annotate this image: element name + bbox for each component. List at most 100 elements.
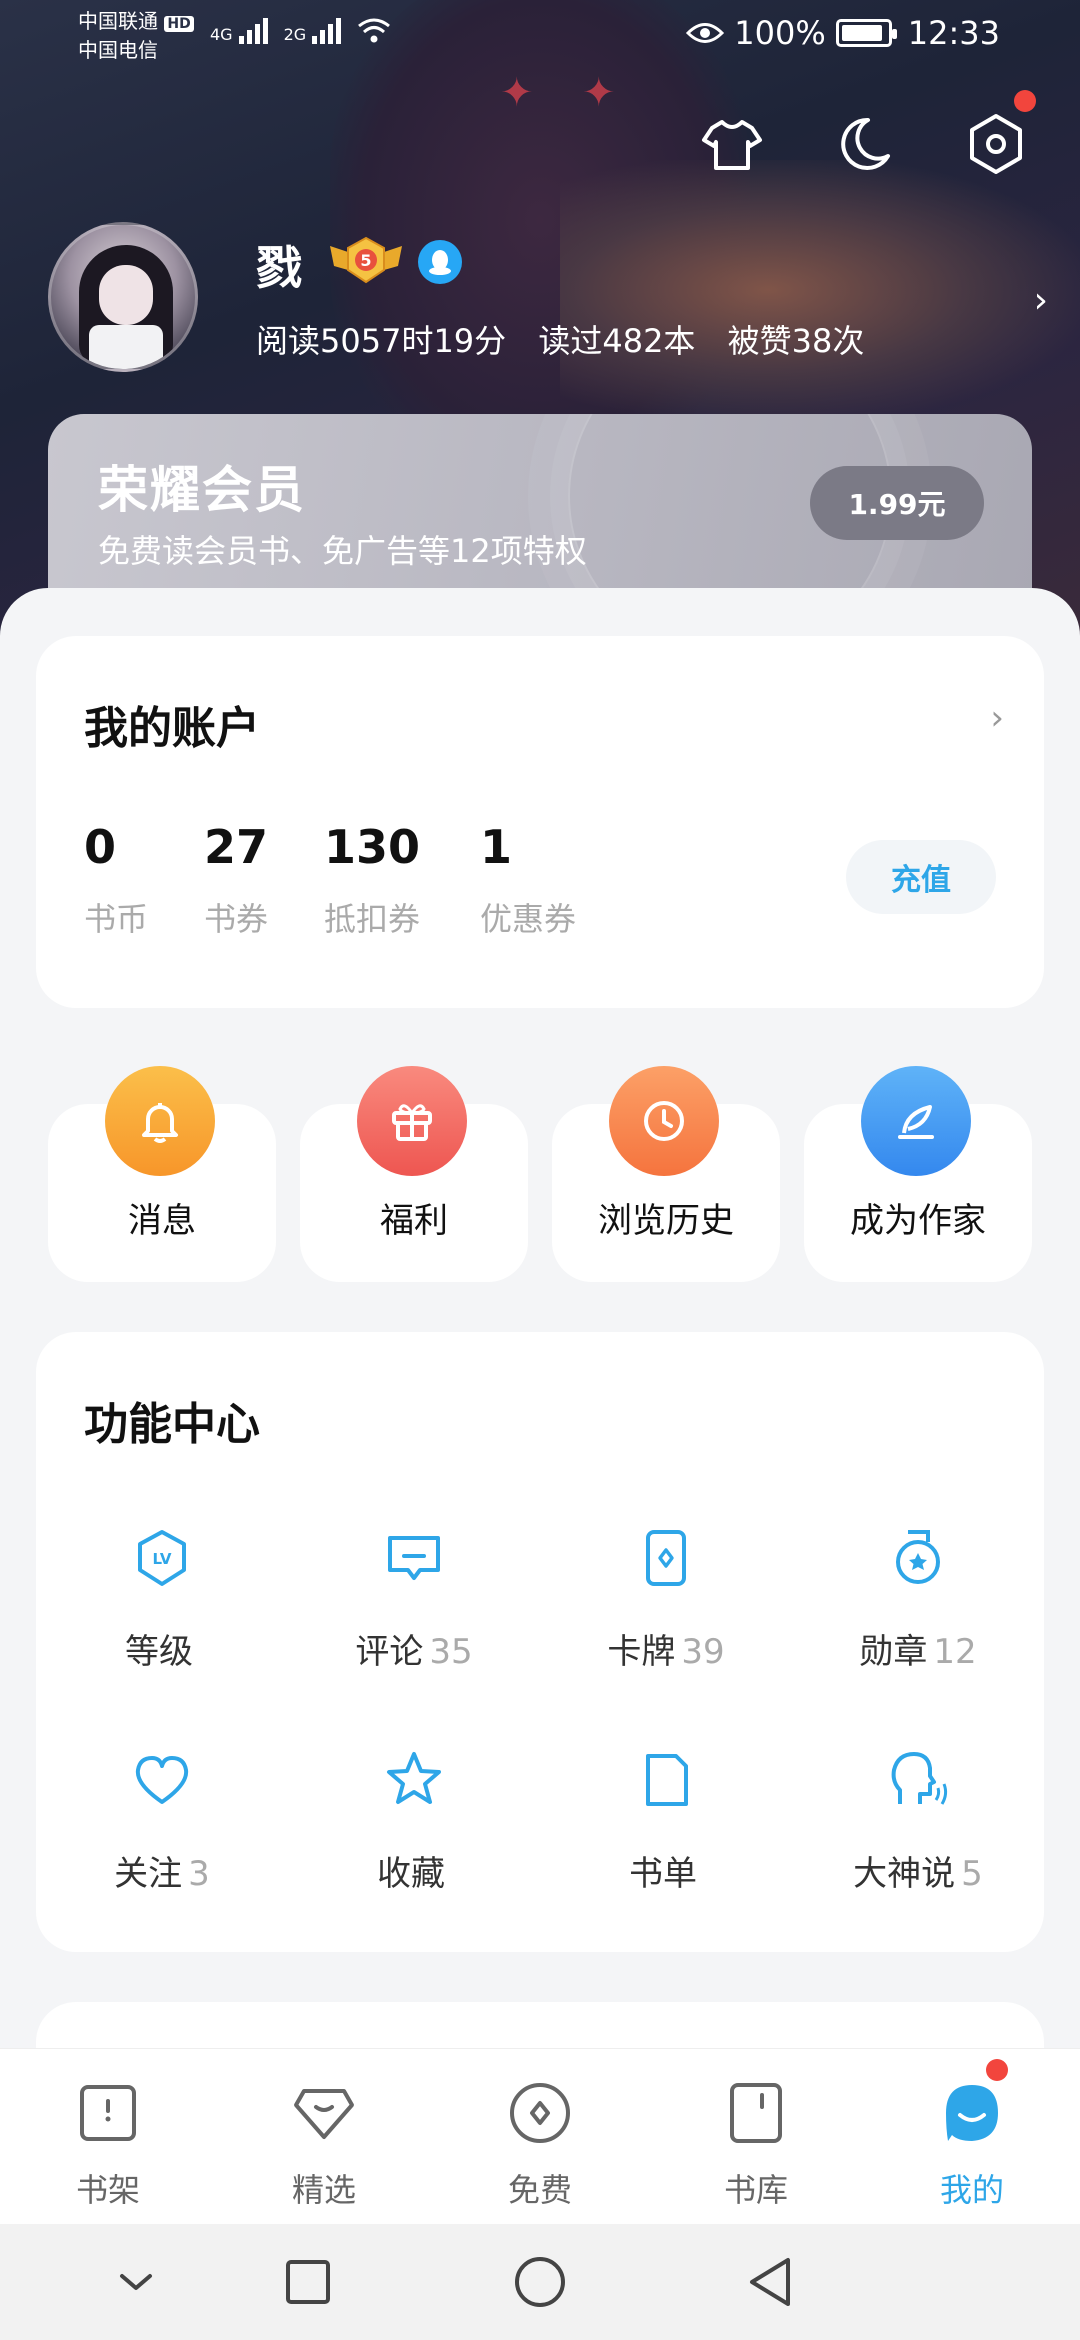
nav-mine-label: 我的 — [939, 2171, 1004, 2209]
feature-level-label: 等级 — [125, 1632, 193, 1672]
settings-hex-icon[interactable] — [964, 112, 1028, 176]
profile-chevron-icon[interactable]: › — [1034, 280, 1048, 321]
nav-free-label: 免费 — [507, 2171, 572, 2209]
vip-title: 荣耀会员 — [98, 461, 306, 519]
nav-library[interactable]: 书库 — [648, 2079, 864, 2211]
likes-count: 被赞38次 — [727, 322, 865, 360]
tile-welfare-label: 福利 — [380, 1201, 448, 1241]
nav-bookshelf-label: 书架 — [75, 2171, 140, 2209]
recharge-button[interactable]: 充值 — [846, 840, 996, 914]
chevron-down-icon[interactable] — [104, 2250, 168, 2314]
avatar[interactable] — [48, 222, 198, 372]
carrier-labels: 中国联通 HD 中国电信 — [78, 8, 194, 63]
speaking-head-icon — [891, 1752, 948, 1805]
network-signal: 4G 2G — [210, 16, 391, 44]
quill-icon — [861, 1066, 971, 1176]
user-name[interactable]: 戮 — [256, 232, 302, 298]
feature-level[interactable]: LV 等级 — [36, 1526, 288, 1673]
vip-subtitle: 免费读会员书、免广告等12项特权 — [98, 532, 587, 570]
nav-mine-notification-dot — [986, 2059, 1008, 2081]
feature-center-card: 功能中心 LV 等级 评论 35 卡牌 39 勋章 12 关注 3 收藏 书单 大神说 5 — [36, 1332, 1044, 1952]
feature-favorites-label: 收藏 — [377, 1854, 445, 1894]
battery-icon — [835, 19, 897, 47]
account-item-vouchers[interactable]: 27 书券 — [204, 820, 268, 940]
card-icon — [646, 1530, 686, 1586]
tile-messages[interactable]: 消息 — [48, 1066, 276, 1282]
feature-follow[interactable]: 关注 3 — [36, 1748, 288, 1895]
medal-icon — [896, 1530, 940, 1584]
home-circle-icon[interactable] — [508, 2250, 572, 2314]
deduction-label: 抵扣券 — [324, 900, 421, 938]
coins-label: 书币 — [84, 900, 149, 938]
system-navigation-bar — [0, 2224, 1080, 2340]
deduction-value: 130 — [324, 820, 421, 874]
account-card[interactable]: 我的账户 › 0 书币 27 书券 130 抵扣券 1 优惠券 充值 — [36, 636, 1044, 1008]
decor-star-icon: ✦ — [582, 70, 616, 116]
books-read: 读过482本 — [538, 322, 696, 360]
moon-icon[interactable] — [832, 112, 896, 176]
feature-medals[interactable]: 勋章 12 — [792, 1526, 1044, 1673]
vip-membership-card[interactable]: 荣耀会员 免费读会员书、免广告等12项特权 1.99元 — [48, 414, 1032, 614]
feature-cards-count: 39 — [681, 1632, 725, 1672]
tile-welfare[interactable]: 福利 — [300, 1066, 528, 1282]
eye-comfort-icon — [686, 23, 725, 43]
tile-become-writer[interactable]: 成为作家 — [804, 1066, 1032, 1282]
vouchers-value: 27 — [204, 820, 269, 874]
star-icon — [387, 1752, 441, 1804]
account-item-coupons[interactable]: 1 优惠券 — [480, 820, 576, 940]
tile-history[interactable]: 浏览历史 — [552, 1066, 780, 1282]
level-number: 5 — [360, 251, 371, 270]
bookshelf-icon — [80, 2085, 136, 2141]
library-icon — [730, 2083, 782, 2143]
vouchers-label: 书券 — [204, 900, 269, 938]
battery-percent: 100% — [734, 14, 826, 52]
feature-comments[interactable]: 评论 35 — [288, 1526, 540, 1673]
clock: 12:33 — [907, 14, 1000, 52]
feature-master-says[interactable]: 大神说 5 — [792, 1748, 1044, 1895]
feature-medals-label: 勋章 — [859, 1632, 928, 1672]
decor-star-icon: ✦ — [500, 70, 534, 116]
feature-cards[interactable]: 卡牌 39 — [540, 1526, 792, 1673]
back-triangle-icon[interactable] — [740, 2250, 804, 2314]
nav-featured[interactable]: 精选 — [216, 2079, 432, 2211]
doc-icon — [646, 1754, 688, 1806]
status-right: 100% 12:33 — [686, 14, 1000, 52]
tshirt-icon[interactable] — [700, 112, 764, 176]
carrier-1: 中国联通 — [78, 9, 158, 33]
feature-medals-count: 12 — [933, 1632, 977, 1672]
feature-booklist[interactable]: 书单 — [540, 1748, 792, 1895]
nav-mine[interactable]: 我的 — [864, 2079, 1080, 2211]
coupons-value: 1 — [480, 820, 513, 874]
wifi-icon — [358, 18, 391, 43]
status-bar: 中国联通 HD 中国电信 4G 2G 100% 12:33 — [0, 0, 1080, 72]
qq-icon — [418, 240, 462, 284]
reading-time: 阅读5057时19分 — [256, 322, 507, 360]
hd-badge: HD — [164, 16, 194, 32]
header-artwork-characters — [560, 160, 1080, 420]
clock-icon — [609, 1066, 719, 1176]
feature-comments-label: 评论 — [355, 1632, 424, 1672]
account-item-coins[interactable]: 0 书币 — [84, 820, 148, 940]
feature-booklist-label: 书单 — [629, 1854, 697, 1894]
svg-text:LV: LV — [152, 1550, 171, 1568]
chevron-right-icon[interactable]: › — [990, 698, 1004, 738]
signal-bars-icon — [312, 16, 342, 44]
vip-price-button[interactable]: 1.99元 — [810, 466, 984, 540]
feature-follow-label: 关注 — [114, 1854, 183, 1894]
feature-favorites[interactable]: 收藏 — [288, 1748, 540, 1895]
tile-history-label: 浏览历史 — [598, 1201, 734, 1241]
tile-become-writer-label: 成为作家 — [850, 1201, 986, 1241]
nav-free[interactable]: 免费 — [432, 2079, 648, 2211]
recent-apps-square-icon[interactable] — [276, 2250, 340, 2314]
nav-bookshelf[interactable]: 书架 — [0, 2079, 216, 2211]
net-type-2: 2G — [283, 25, 307, 44]
carrier-2: 中国电信 — [78, 38, 158, 62]
account-title: 我的账户 — [84, 703, 260, 754]
account-item-deduction[interactable]: 130 抵扣券 — [324, 820, 420, 940]
settings-notification-dot — [1014, 90, 1036, 112]
bottom-navigation: 书架 精选 免费 书库 我的 — [0, 2048, 1080, 2224]
level-hex-icon: LV — [138, 1530, 186, 1586]
gift-icon — [357, 1066, 467, 1176]
feature-comments-count: 35 — [429, 1632, 473, 1672]
free-icon — [510, 2083, 570, 2143]
